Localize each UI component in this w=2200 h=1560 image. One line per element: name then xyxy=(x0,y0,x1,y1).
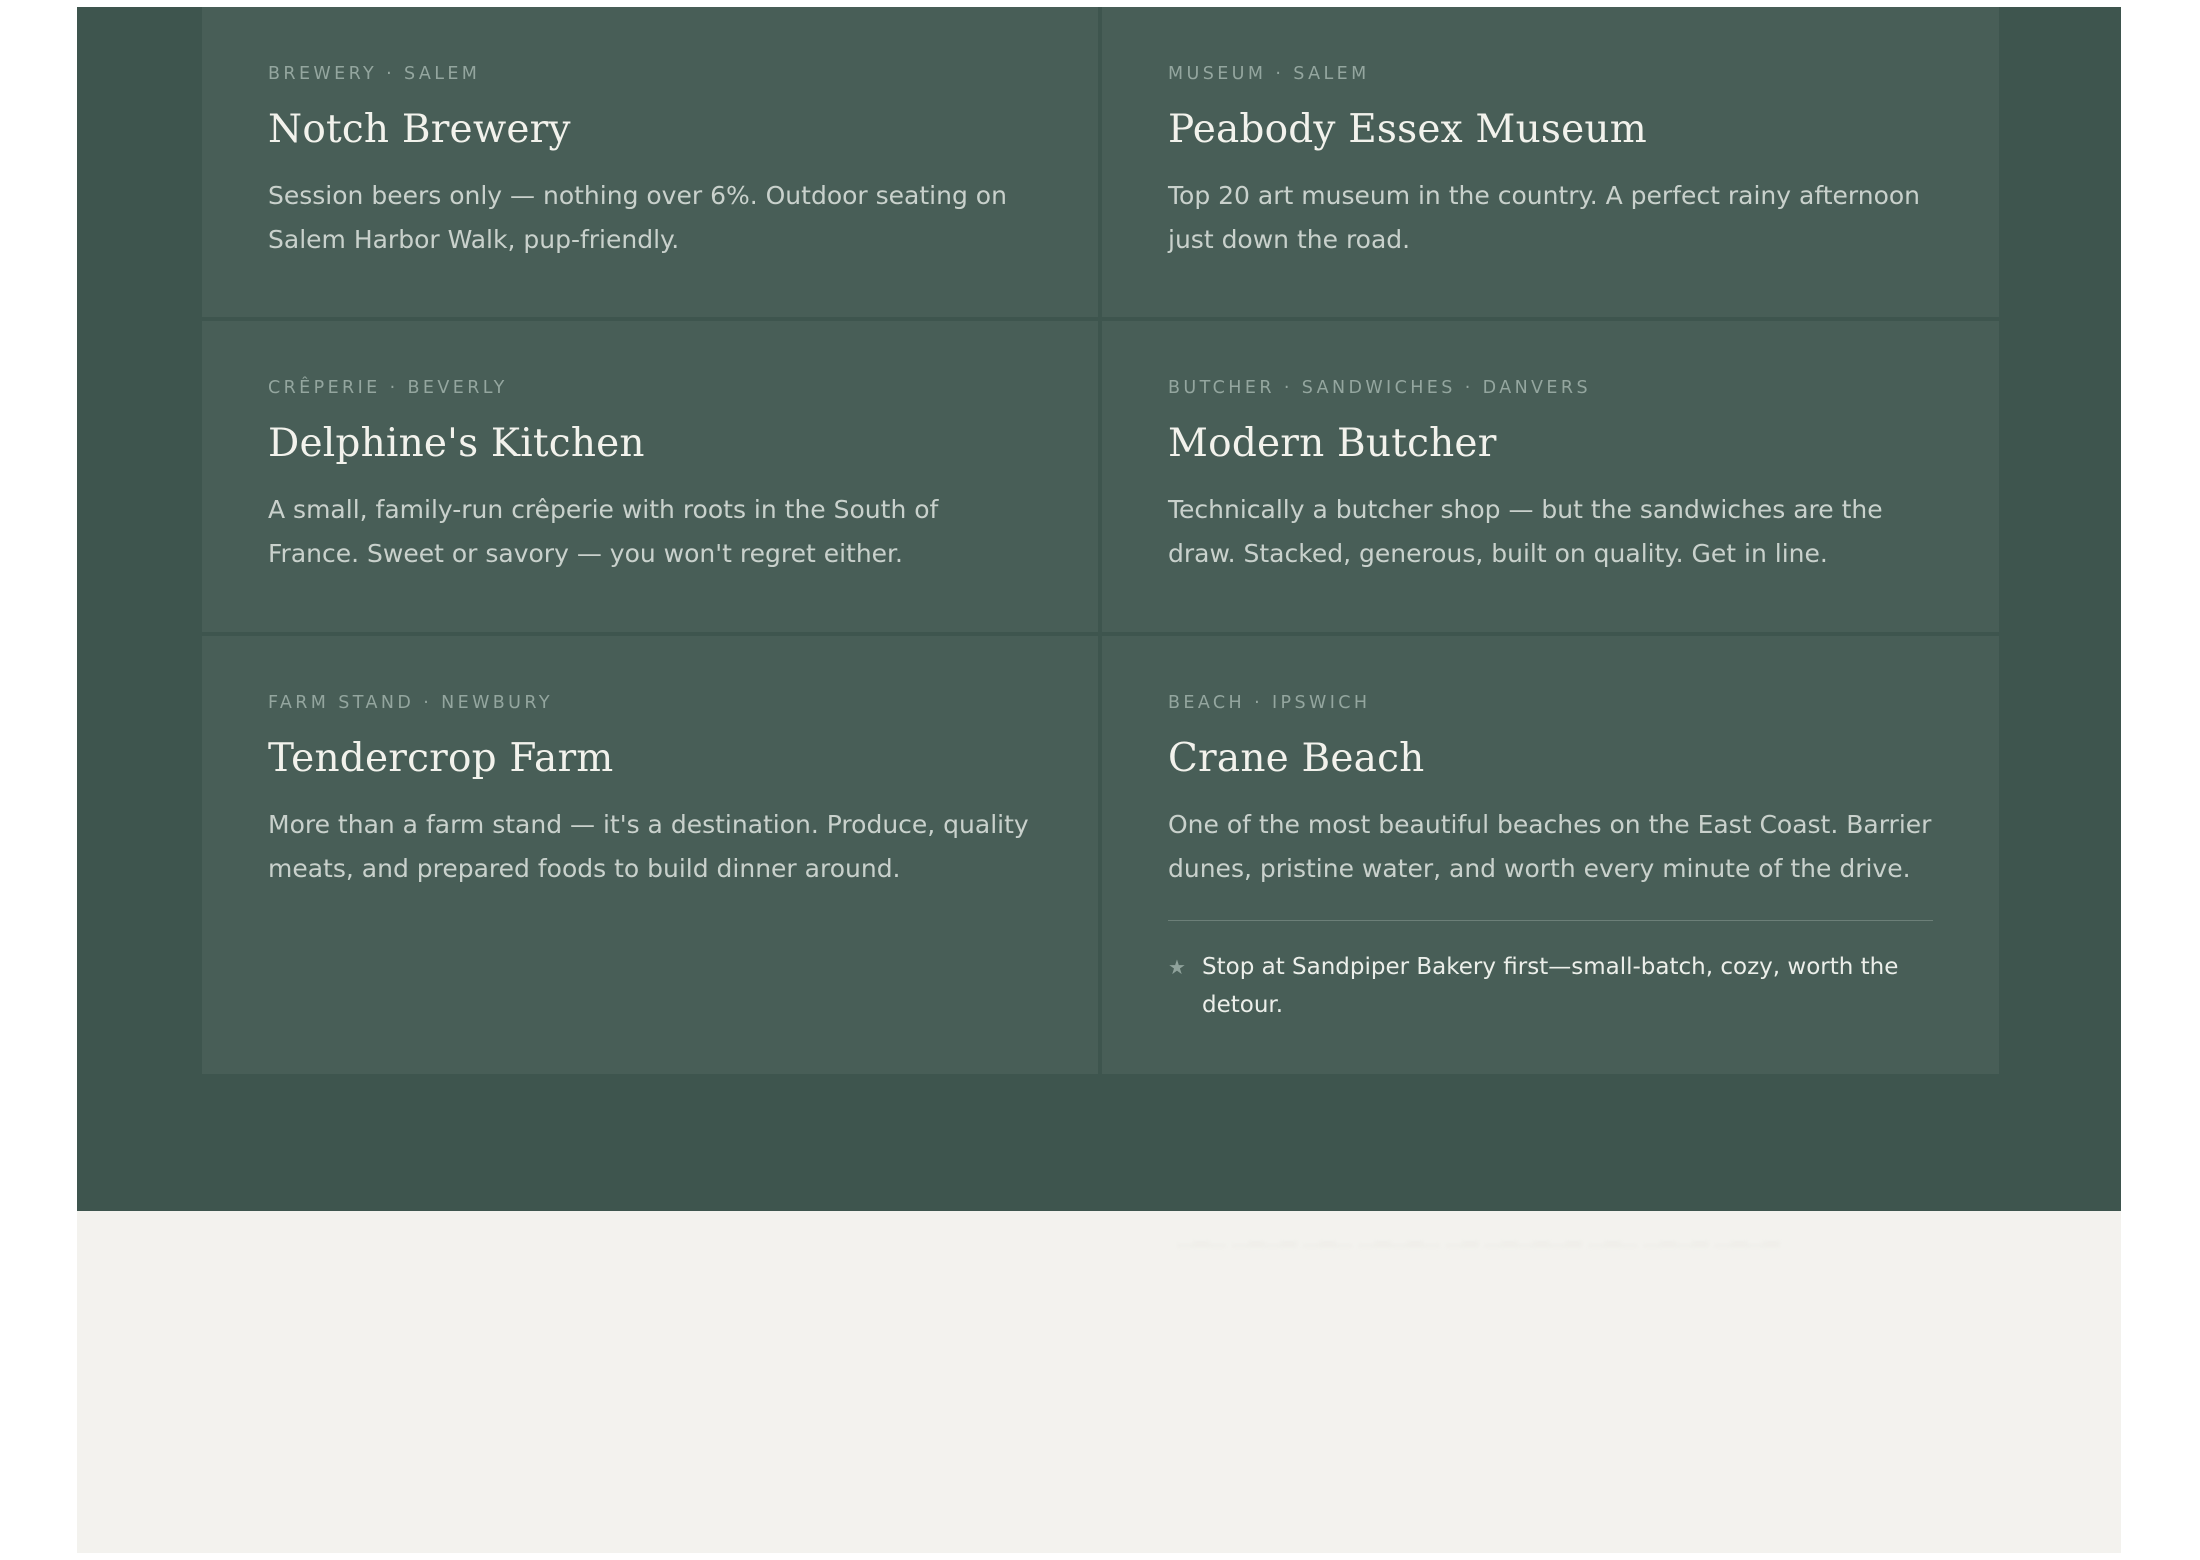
card-tip: ★ Stop at Sandpiper Bakery first—small-b… xyxy=(1168,948,1933,1024)
place-card-delphines-kitchen: CRÊPERIE · BEVERLY Delphine's Kitchen A … xyxy=(202,321,1098,632)
card-description: Session beers only — nothing over 6%. Ou… xyxy=(268,181,1007,255)
page-frame: BREWERY · SALEM Notch Brewery Session be… xyxy=(77,7,2121,1553)
card-category: BEACH · IPSWICH xyxy=(1168,693,1371,713)
card-description: Technically a butcher shop — but the san… xyxy=(1168,495,1883,569)
faint-text-strip: ▁▂▁ ▁▂▁▂ ▁▂▁ ▁▂▁▂▁ ▁▂ ▁▂▁▂▁▂ ▁▂▁ ▁▂▁▂ ▁▂… xyxy=(1177,1223,1780,1247)
card-description: A small, family-run crêperie with roots … xyxy=(268,495,939,569)
card-category: FARM STAND · NEWBURY xyxy=(268,693,553,713)
card-title: Tendercrop Farm xyxy=(268,735,614,781)
card-description: Top 20 art museum in the country. A perf… xyxy=(1168,181,1921,255)
place-card-peabody-essex-museum: MUSEUM · SALEM Peabody Essex Museum Top … xyxy=(1102,7,1999,317)
card-category: MUSEUM · SALEM xyxy=(1168,64,1370,84)
card-category: CRÊPERIE · BEVERLY xyxy=(268,378,508,398)
card-title: Peabody Essex Museum xyxy=(1168,106,1647,152)
card-title: Delphine's Kitchen xyxy=(268,420,645,466)
card-title: Crane Beach xyxy=(1168,735,1425,781)
places-section: BREWERY · SALEM Notch Brewery Session be… xyxy=(77,7,2121,1211)
card-title: Modern Butcher xyxy=(1168,420,1497,466)
card-title: Notch Brewery xyxy=(268,106,571,152)
place-card-tendercrop-farm: FARM STAND · NEWBURY Tendercrop Farm Mor… xyxy=(202,636,1098,1074)
place-card-modern-butcher: BUTCHER · SANDWICHES · DANVERS Modern Bu… xyxy=(1102,321,1999,632)
tip-divider xyxy=(1168,920,1933,922)
card-description: More than a farm stand — it's a destinat… xyxy=(268,810,1029,884)
card-category: BREWERY · SALEM xyxy=(268,64,481,84)
card-category: BUTCHER · SANDWICHES · DANVERS xyxy=(1168,378,1591,398)
star-icon: ★ xyxy=(1168,955,1186,980)
card-description: One of the most beautiful beaches on the… xyxy=(1168,810,1932,884)
places-grid: BREWERY · SALEM Notch Brewery Session be… xyxy=(202,7,1999,1074)
place-card-crane-beach: BEACH · IPSWICH Crane Beach One of the m… xyxy=(1102,636,1999,1074)
tip-text: Stop at Sandpiper Bakery first—small-bat… xyxy=(1202,954,1899,1019)
place-card-notch-brewery: BREWERY · SALEM Notch Brewery Session be… xyxy=(202,7,1098,317)
